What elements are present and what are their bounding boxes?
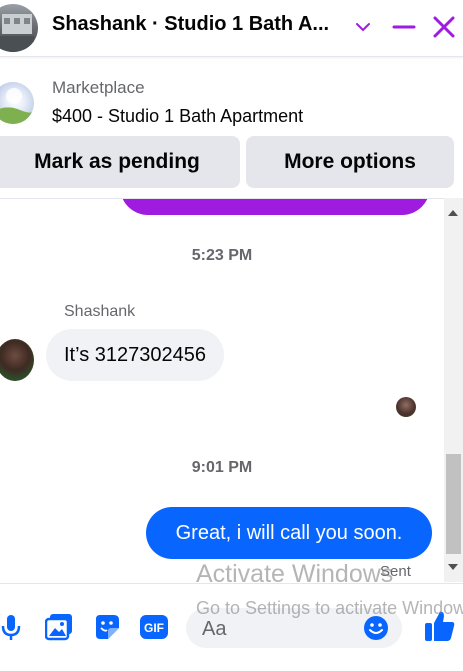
- scroll-down-arrow-icon[interactable]: [448, 564, 458, 570]
- listing-title[interactable]: $400 - Studio 1 Bath Apartment: [52, 106, 303, 127]
- mark-as-pending-button[interactable]: Mark as pending: [0, 136, 240, 188]
- conversation-title[interactable]: Shashank · Studio 1 Bath A...: [52, 13, 344, 36]
- message-list[interactable]: 5:23 PM Shashank It’s 3127302456 9:01 PM…: [0, 198, 444, 583]
- marketplace-label: Marketplace: [52, 78, 145, 97]
- marketplace-banner[interactable]: Marketplace $400 - Studio 1 Bath Apartme…: [0, 64, 463, 134]
- image-icon[interactable]: [44, 612, 74, 642]
- sender-name: Shashank: [64, 303, 136, 320]
- scrollbar-thumb[interactable]: [446, 454, 461, 554]
- timestamp: 9:01 PM: [191, 459, 253, 476]
- close-icon[interactable]: [431, 14, 457, 40]
- outgoing-message-bubble-partial: [120, 199, 430, 215]
- listing-thumbnail: [0, 82, 34, 124]
- scroll-up-arrow-icon[interactable]: [448, 210, 458, 216]
- sticker-icon[interactable]: [92, 612, 122, 642]
- gif-icon[interactable]: GIF: [139, 612, 169, 642]
- timestamp: 5:23 PM: [191, 247, 253, 264]
- activation-watermark-title: Activate Windows: [196, 560, 394, 588]
- message-composer: GIF: [0, 583, 463, 671]
- microphone-icon[interactable]: [0, 612, 26, 642]
- chat-scrollbar[interactable]: [444, 198, 463, 582]
- chat-header: Shashank · Studio 1 Bath A...: [0, 0, 463, 57]
- activation-watermark-subtitle: Go to Settings to activate Windows.: [196, 598, 463, 618]
- sender-avatar[interactable]: [0, 339, 34, 381]
- more-options-button[interactable]: More options: [246, 136, 454, 188]
- outgoing-message-bubble[interactable]: Great, i will call you soon.: [146, 507, 432, 559]
- contact-avatar[interactable]: [0, 4, 38, 52]
- incoming-message-bubble[interactable]: It’s 3127302456: [46, 329, 224, 381]
- svg-text:GIF: GIF: [144, 621, 164, 635]
- chevron-down-icon[interactable]: [350, 14, 376, 40]
- seen-indicator-avatar: [396, 397, 416, 417]
- minimize-icon[interactable]: [391, 14, 417, 40]
